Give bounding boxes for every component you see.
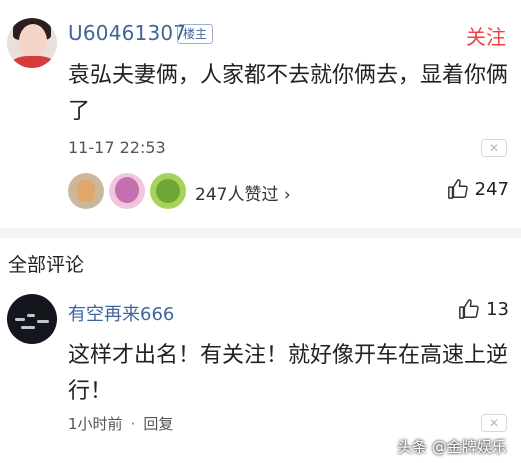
separator-dot: · [130, 415, 136, 433]
comment-username[interactable]: U60461307 [68, 21, 186, 45]
comment-text: 袁弘夫妻俩，人家都不去就你俩去，显着你俩了 [68, 63, 509, 124]
close-icon: ✕ [488, 141, 500, 155]
thumbs-up-icon [447, 179, 468, 199]
reply-button[interactable]: 回复 [143, 415, 173, 433]
reply-username[interactable]: 有空再来666 [68, 300, 174, 326]
liker-avatar[interactable] [150, 173, 186, 209]
reply-text: 这样才出名！有关注！就好像开车在高速上逆行！ [68, 343, 509, 404]
dismiss-button[interactable]: ✕ [481, 139, 507, 157]
reply-like-count: 13 [486, 298, 509, 320]
reply-like-button[interactable]: 13 [458, 298, 509, 320]
chevron-right-icon: › [283, 185, 291, 205]
dismiss-button[interactable]: ✕ [481, 414, 507, 432]
close-icon: ✕ [488, 416, 500, 430]
thumbs-up-icon [459, 299, 479, 319]
user-avatar[interactable] [7, 18, 57, 68]
section-divider [0, 228, 521, 238]
liker-avatar[interactable] [109, 173, 145, 209]
comment-timestamp: 11-17 22:53 [68, 138, 166, 157]
likers-link[interactable]: 247人赞过 › [195, 180, 291, 205]
reply-avatar[interactable] [7, 294, 57, 344]
like-count: 247 [474, 178, 509, 200]
follow-button[interactable]: 关注 [466, 21, 506, 50]
author-badge: 楼主 [177, 24, 214, 44]
section-title: 全部评论 [8, 254, 85, 276]
reply-meta: 1小时前 · 回复 [68, 413, 173, 434]
like-button[interactable]: 247 [447, 178, 509, 200]
watermark: 头条 @金牌娱乐 [397, 438, 507, 456]
reply-time: 1小时前 [68, 415, 123, 433]
main-comment: U60461307 楼主 关注 袁弘夫妻俩，人家都不去就你俩去，显着你俩了 11… [0, 0, 521, 228]
liker-avatar[interactable] [68, 173, 104, 209]
